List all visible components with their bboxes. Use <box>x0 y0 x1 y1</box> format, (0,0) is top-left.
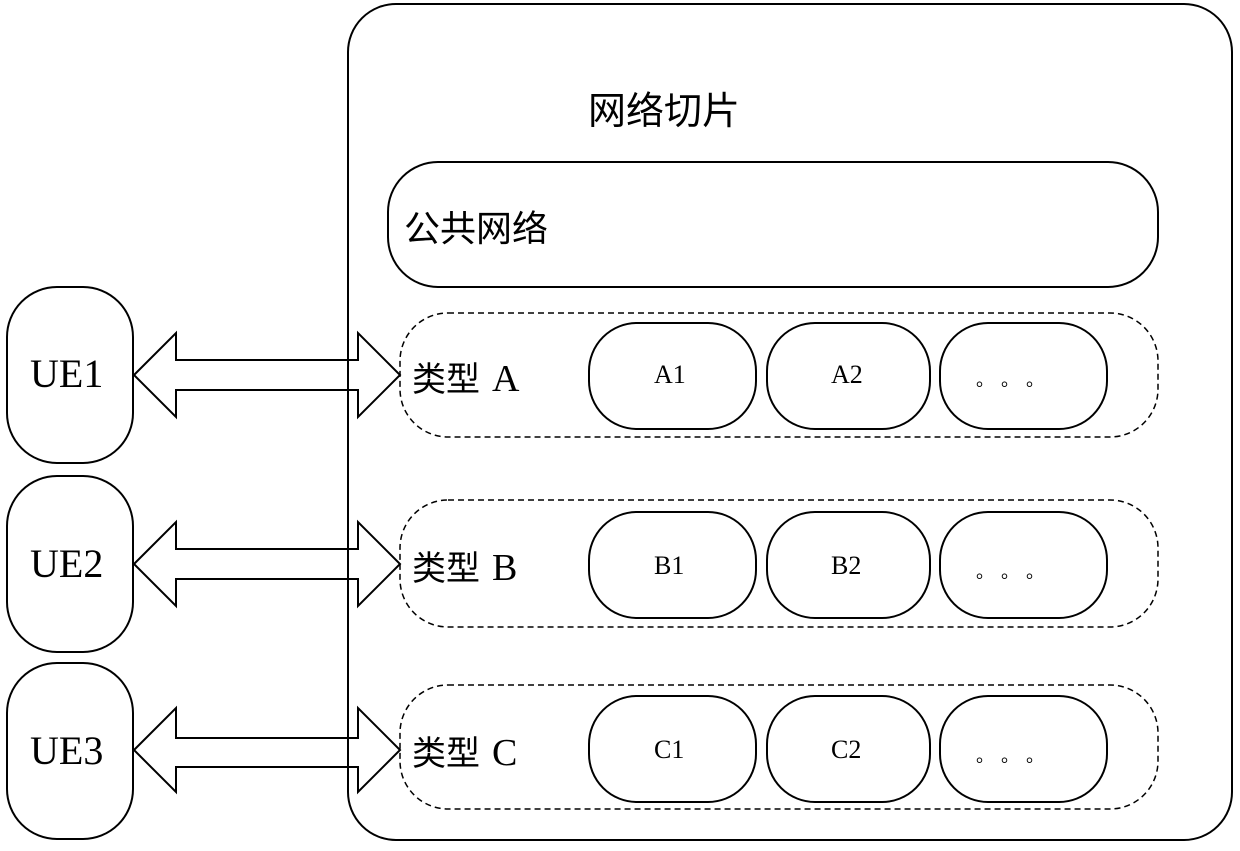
diagram-title: 网络切片 <box>588 89 741 133</box>
double-arrow-ue2-type-b <box>132 519 402 609</box>
slice-instance-a2-label: A2 <box>831 360 863 389</box>
slice-type-c-letter: C <box>492 732 518 774</box>
ue1-label: UE1 <box>30 351 104 396</box>
double-arrow-ue3-type-c <box>132 705 402 795</box>
double-arrow-ue1-type-a <box>132 330 402 420</box>
slice-instance-b-more-label: 。。。 <box>976 562 1060 583</box>
ue2-label: UE2 <box>30 541 104 586</box>
slice-type-b-text: 类型 <box>412 549 480 589</box>
slice-type-a-label: 类型 A <box>412 352 519 401</box>
slice-type-b-letter: B <box>492 547 518 589</box>
slice-instance-a1-label: A1 <box>654 360 686 389</box>
slice-instance-c-more-label: 。。。 <box>976 746 1060 767</box>
slice-type-c-label: 类型 C <box>412 726 517 775</box>
slice-type-a-text: 类型 <box>412 360 480 400</box>
ue3-label: UE3 <box>30 728 104 773</box>
slice-type-a-letter: A <box>492 358 520 400</box>
slice-type-c-text: 类型 <box>412 734 480 774</box>
slice-instance-b1-label: B1 <box>654 551 685 580</box>
slice-type-b-label: 类型 B <box>412 541 517 590</box>
slice-instance-b2-label: B2 <box>831 551 862 580</box>
slice-instance-c1-label: C1 <box>654 735 685 764</box>
slice-instance-a-more-label: 。。。 <box>976 370 1060 391</box>
common-network-label: 公共网络 <box>404 209 549 250</box>
slice-instance-c2-label: C2 <box>831 735 862 764</box>
